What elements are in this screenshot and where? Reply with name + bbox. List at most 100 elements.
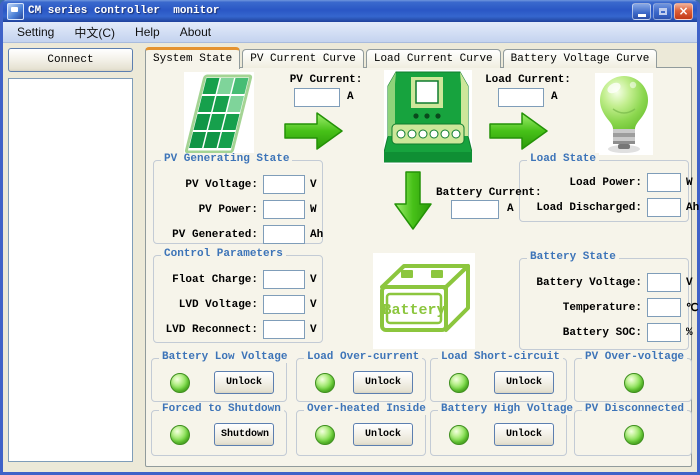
pv-current-unit: A [347, 91, 354, 103]
minimize-icon [638, 14, 646, 17]
battery-soc-label: Battery SOC: [520, 327, 642, 339]
over-heated-inside-title: Over-heated Inside [304, 403, 429, 415]
load-state-title: Load State [527, 153, 599, 165]
forced-to-shutdown-button[interactable]: Shutdown [214, 423, 274, 446]
pv-over-voltage-title: PV Over-voltage [582, 351, 687, 363]
battery-current-label: Battery Current: [436, 187, 542, 199]
tabstrip: System State PV Current Curve Load Curre… [145, 47, 659, 68]
lvd-reconnect-input[interactable] [263, 320, 305, 339]
pv-current-label: PV Current: [276, 74, 376, 86]
pv-voltage-unit: V [310, 179, 317, 191]
alarm-load-over-current: Load Over-current Unlock [296, 358, 426, 402]
load-power-unit: W [686, 177, 693, 189]
menu-setting[interactable]: Setting [7, 24, 64, 40]
lvd-voltage-input[interactable] [263, 295, 305, 314]
battery-voltage-unit: V [686, 277, 693, 289]
load-current-input[interactable] [498, 88, 544, 107]
load-short-circuit-unlock-button[interactable]: Unlock [494, 371, 554, 394]
solar-panel-icon [184, 72, 254, 156]
connect-button[interactable]: Connect [8, 48, 133, 72]
pv-generated-input[interactable] [263, 225, 305, 244]
pv-generated-label: PV Generated: [154, 229, 258, 241]
forced-to-shutdown-led-indicator [170, 425, 190, 445]
pv-disconnected-title: PV Disconnected [582, 403, 687, 415]
battery-high-voltage-title: Battery High Voltage [438, 403, 576, 415]
battery-soc-unit: % [686, 327, 693, 339]
load-over-current-title: Load Over-current [304, 351, 422, 363]
window-title: CM series controller monitor [28, 5, 628, 17]
alarm-load-short-circuit: Load Short-circuit Unlock [430, 358, 567, 402]
control-parameters-group: Control Parameters Float Charge: V LVD V… [153, 255, 323, 343]
battery-soc-input[interactable] [647, 323, 681, 342]
float-charge-input[interactable] [263, 270, 305, 289]
load-short-circuit-led-indicator [449, 373, 469, 393]
pv-voltage-input[interactable] [263, 175, 305, 194]
lvd-reconnect-label: LVD Reconnect: [154, 324, 258, 336]
load-discharged-input[interactable] [647, 198, 681, 217]
battery-icon-text: Battery [382, 302, 445, 319]
pv-power-label: PV Power: [154, 204, 258, 216]
tab-system-state[interactable]: System State [145, 47, 240, 69]
menu-about[interactable]: About [170, 24, 221, 40]
load-over-current-unlock-button[interactable]: Unlock [353, 371, 413, 394]
battery-current-input[interactable] [451, 200, 499, 219]
load-power-input[interactable] [647, 173, 681, 192]
battery-voltage-input[interactable] [647, 273, 681, 292]
device-list[interactable] [8, 78, 133, 462]
close-button[interactable]: × [674, 3, 693, 20]
client-area: Connect System State PV Current Curve Lo… [3, 43, 697, 472]
app-icon [7, 3, 24, 20]
lvd-voltage-label: LVD Voltage: [154, 299, 258, 311]
forced-to-shutdown-title: Forced to Shutdown [159, 403, 284, 415]
battery-high-voltage-unlock-button[interactable]: Unlock [494, 423, 554, 446]
load-state-group: Load State Load Power: W Load Discharged… [519, 160, 689, 222]
battery-voltage-label: Battery Voltage: [520, 277, 642, 289]
lvd-voltage-unit: V [310, 299, 317, 311]
maximize-icon [659, 8, 667, 15]
load-over-current-led-indicator [315, 373, 335, 393]
alarm-battery-high-voltage: Battery High Voltage Unlock [430, 410, 567, 456]
tab-battery-voltage-curve[interactable]: Battery Voltage Curve [503, 49, 658, 68]
battery-low-voltage-title: Battery Low Voltage [159, 351, 290, 363]
pv-over-voltage-led-indicator [624, 373, 644, 393]
load-discharged-label: Load Discharged: [520, 202, 642, 214]
over-heated-inside-led-indicator [315, 425, 335, 445]
battery-high-voltage-led-indicator [449, 425, 469, 445]
pv-generating-state-group: PV Generating State PV Voltage: V PV Pow… [153, 160, 323, 244]
load-current-label: Load Current: [476, 74, 580, 86]
load-short-circuit-title: Load Short-circuit [438, 351, 563, 363]
tab-load-current-curve[interactable]: Load Current Curve [366, 49, 501, 68]
pv-power-unit: W [310, 204, 317, 216]
pv-current-input[interactable] [294, 88, 340, 107]
menubar: Setting 中文(C) Help About [3, 22, 697, 43]
titlebar: CM series controller monitor × [3, 0, 697, 22]
menu-help[interactable]: Help [125, 24, 170, 40]
flow-arrow-to-battery-icon [392, 170, 434, 232]
menu-language[interactable]: 中文(C) [64, 23, 125, 42]
over-heated-inside-unlock-button[interactable]: Unlock [353, 423, 413, 446]
flow-arrow-controller-to-load-icon [488, 110, 550, 152]
temperature-input[interactable] [647, 298, 681, 317]
temperature-unit: ℃ [686, 301, 698, 315]
tab-pv-current-curve[interactable]: PV Current Curve [242, 49, 364, 68]
pv-power-input[interactable] [263, 200, 305, 219]
pv-generating-state-title: PV Generating State [161, 153, 292, 165]
alarm-pv-disconnected: PV Disconnected [574, 410, 692, 456]
lvd-reconnect-unit: V [310, 324, 317, 336]
controller-icon [384, 70, 472, 164]
maximize-button[interactable] [653, 3, 672, 20]
float-charge-label: Float Charge: [154, 274, 258, 286]
battery-low-voltage-led-indicator [170, 373, 190, 393]
pv-generated-unit: Ah [310, 229, 323, 241]
battery-low-voltage-unlock-button[interactable]: Unlock [214, 371, 274, 394]
pv-voltage-label: PV Voltage: [154, 179, 258, 191]
float-charge-unit: V [310, 274, 317, 286]
alarm-pv-over-voltage: PV Over-voltage [574, 358, 692, 402]
tab-page-system-state: PV Current: A [145, 67, 692, 467]
battery-current-unit: A [507, 203, 514, 215]
minimize-button[interactable] [632, 3, 651, 20]
control-parameters-title: Control Parameters [161, 248, 286, 260]
load-current-unit: A [551, 91, 558, 103]
load-discharged-unit: Ah [686, 202, 699, 214]
flow-arrow-pv-to-controller-icon [283, 110, 345, 152]
